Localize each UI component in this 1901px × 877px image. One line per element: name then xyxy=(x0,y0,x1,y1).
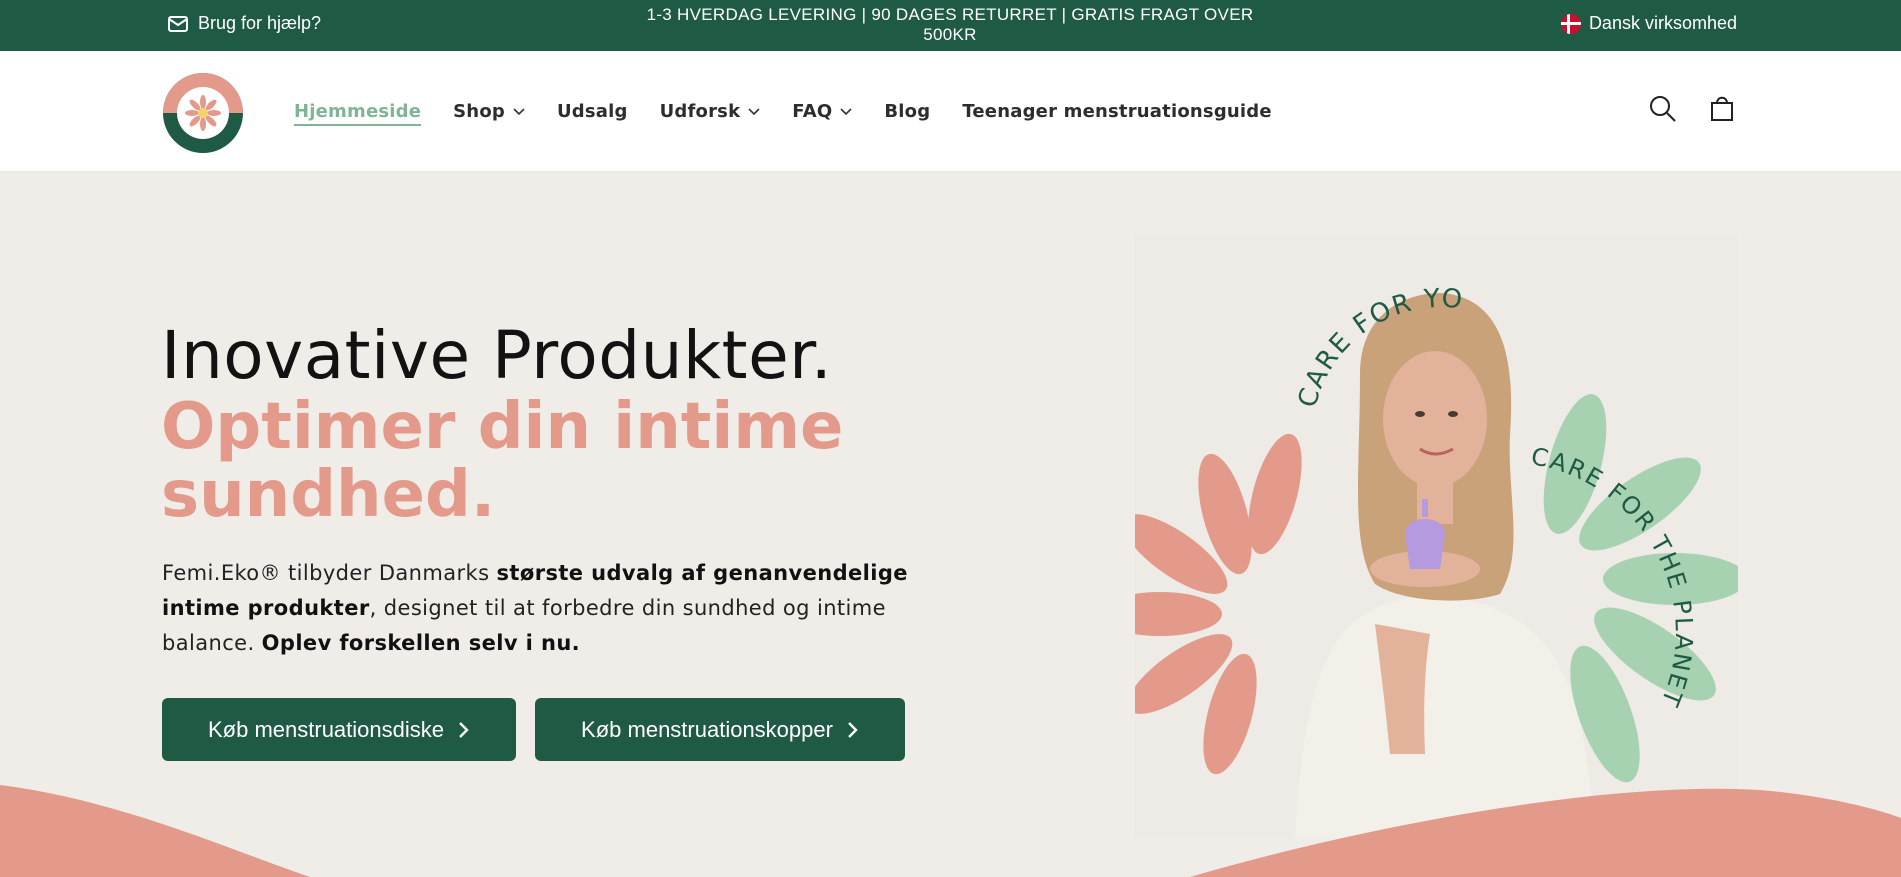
buy-discs-button[interactable]: Køb menstruationsdiske xyxy=(162,698,516,761)
hero-accent-title: Optimer din intime sundhed. xyxy=(161,390,844,532)
nav-item-udforsk[interactable]: Udforsk xyxy=(660,101,761,122)
announcement-text: 1-3 HVERDAG LEVERING | 90 DAGES RETURRET… xyxy=(646,5,1254,44)
denmark-flag-icon xyxy=(1560,13,1581,34)
hero-image: CARE FOR YOU CARE FOR THE PLANET xyxy=(1135,234,1738,838)
country-label: Dansk virksomhed xyxy=(1588,13,1737,33)
decorative-wave xyxy=(0,785,1901,877)
chevron-down-icon xyxy=(513,107,525,115)
nav-item-faq[interactable]: FAQ xyxy=(792,101,852,122)
chevron-right-icon xyxy=(848,721,858,738)
nav-item-shop[interactable]: Shop xyxy=(453,101,525,122)
hero-title: Inovative Produkter. xyxy=(161,317,833,394)
nav-item-hjemmeside[interactable]: Hjemmeside xyxy=(294,101,422,126)
main-nav: Hjemmeside Shop Udsalg Udforsk FAQ Blog … xyxy=(294,51,1304,172)
announcement-bar: Brug for hjælp? 1-3 HVERDAG LEVERING | 9… xyxy=(0,0,1901,51)
nav-item-teenager-guide[interactable]: Teenager menstruationsguide xyxy=(962,101,1271,122)
mail-icon xyxy=(168,15,188,32)
daisy-logo-icon xyxy=(185,95,221,131)
search-icon[interactable] xyxy=(1647,93,1677,123)
face-shape xyxy=(1383,351,1487,487)
cart-icon[interactable] xyxy=(1707,93,1737,123)
header-icons xyxy=(1647,93,1737,123)
nav-item-udsalg[interactable]: Udsalg xyxy=(557,101,628,122)
hero-description: Femi.Eko® tilbyder Danmarks største udva… xyxy=(162,561,908,655)
chevron-right-icon xyxy=(459,721,469,738)
site-header: Hjemmeside Shop Udsalg Udforsk FAQ Blog … xyxy=(0,51,1901,172)
chevron-down-icon xyxy=(840,107,852,115)
country-badge: Dansk virksomhed xyxy=(1560,13,1737,34)
menstrual-cup-shape xyxy=(1405,519,1445,569)
buy-discs-label: Køb menstruationsdiske xyxy=(208,716,444,742)
help-label: Brug for hjælp? xyxy=(198,13,322,33)
nav-item-blog[interactable]: Blog xyxy=(884,101,930,122)
buy-cups-button[interactable]: Køb menstruationskopper xyxy=(535,698,905,761)
buy-cups-label: Køb menstruationskopper xyxy=(581,716,833,742)
help-link[interactable]: Brug for hjælp? xyxy=(168,13,321,34)
logo[interactable] xyxy=(163,73,243,153)
chevron-down-icon xyxy=(748,107,760,115)
pink-flower-shape xyxy=(1135,433,1302,775)
